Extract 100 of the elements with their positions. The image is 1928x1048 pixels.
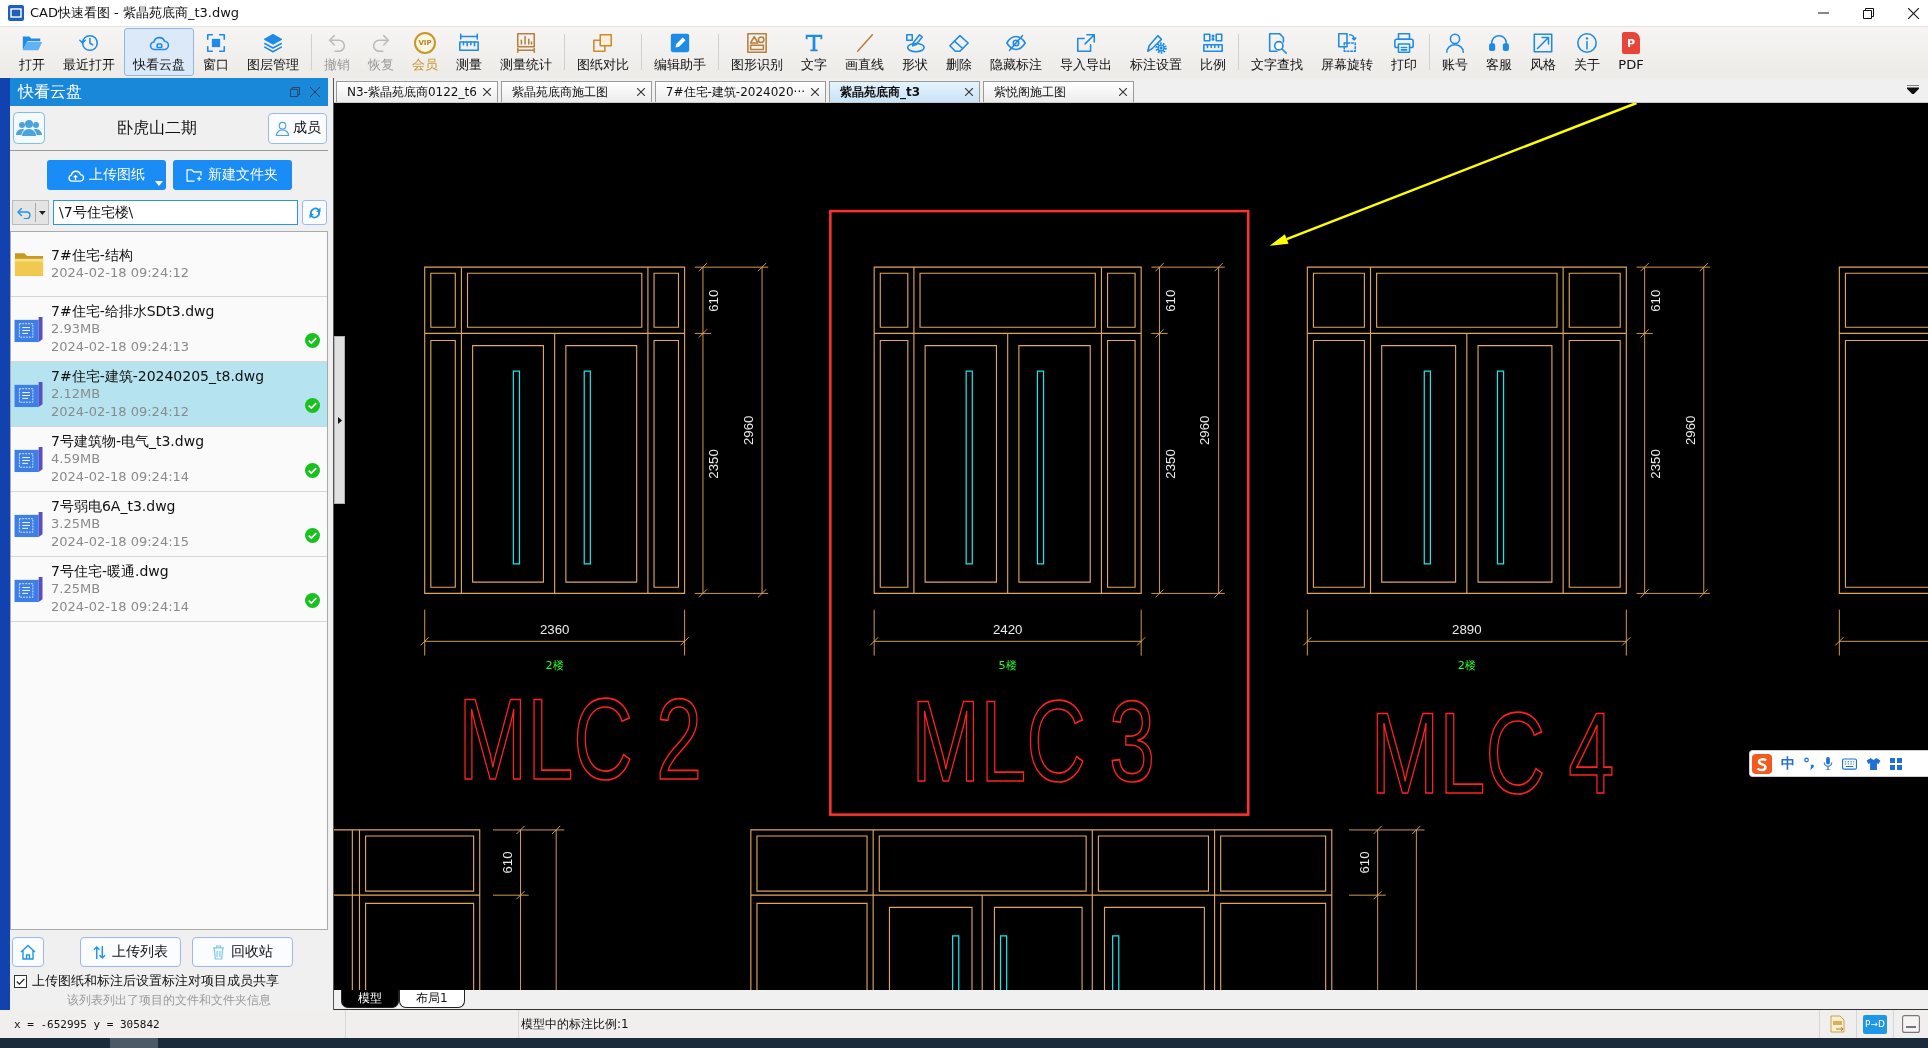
- toolbar-button[interactable]: 图纸对比: [568, 28, 638, 76]
- file-date: 2024-02-18 09:24:13: [51, 338, 190, 356]
- toolbar-button[interactable]: 图形识别: [722, 28, 792, 76]
- toolbar-button[interactable]: 测量统计: [491, 28, 561, 76]
- toolbar-button[interactable]: 导入导出: [1051, 28, 1121, 76]
- input-mode-text[interactable]: 中: [1781, 754, 1795, 773]
- fullscreen-icon: [205, 32, 227, 54]
- back-arrow-icon: [17, 206, 33, 219]
- file-list-item[interactable]: 7#住宅-建筑-20240205_t8.dwg 2.12MB 2024-02-18 09:24:12: [11, 362, 327, 427]
- toolbar-button[interactable]: 屏幕旋转: [1312, 28, 1382, 76]
- upload-list-button[interactable]: 上传列表: [80, 937, 181, 967]
- toolbar-button[interactable]: 测量: [447, 28, 491, 76]
- caret-icon[interactable]: [154, 181, 163, 186]
- overlapping-squares-icon: [592, 32, 614, 54]
- shapes-icon: [746, 32, 768, 54]
- ruler-icon: [458, 32, 480, 54]
- eraser-icon: [948, 32, 970, 54]
- pen-gear-icon: [1145, 32, 1167, 54]
- trash-icon: [212, 944, 225, 960]
- file-name: 7号弱电6A_t3.dwg: [51, 497, 176, 515]
- floor-label: 5楼: [998, 658, 1017, 672]
- close-icon[interactable]: [811, 88, 820, 96]
- toolbar-button[interactable]: 打开: [10, 28, 54, 76]
- home-button[interactable]: [12, 937, 44, 967]
- layers-icon: [262, 32, 284, 54]
- toolbar-button[interactable]: 最近打开: [54, 28, 124, 76]
- toolbar-button[interactable]: 窗口: [194, 28, 238, 76]
- dimension-label: 610: [500, 851, 516, 874]
- shirt-icon[interactable]: [1866, 757, 1881, 770]
- document-tab[interactable]: 紫晶苑底商施工图: [500, 81, 652, 102]
- ime-logo-icon[interactable]: [1752, 753, 1772, 774]
- toolbar-button[interactable]: 标注设置: [1121, 28, 1191, 76]
- collapse-handle[interactable]: [334, 336, 345, 504]
- toolbar-button[interactable]: 删除: [937, 28, 981, 76]
- toolbar-button[interactable]: 关于: [1565, 28, 1609, 76]
- close-icon[interactable]: [1119, 88, 1128, 96]
- group-icon[interactable]: [13, 112, 45, 144]
- toolbar-button[interactable]: 比例: [1191, 28, 1235, 76]
- document-tab[interactable]: 紫悦阁施工图: [983, 81, 1135, 102]
- annotation-scale-text: 模型中的标注比例:1: [521, 1015, 629, 1033]
- user-icon: [274, 120, 290, 136]
- punctuation-icon[interactable]: [1804, 757, 1814, 770]
- app-logo-icon: [8, 5, 24, 21]
- pdf-file-badge: P: [1622, 32, 1640, 54]
- file-name: 7#住宅-结构: [51, 246, 133, 264]
- back-button[interactable]: [12, 200, 49, 225]
- dropdown-arrow-icon[interactable]: [1907, 85, 1919, 94]
- dimension-label: 2350: [706, 449, 722, 479]
- toolbar-button[interactable]: 文字: [792, 28, 836, 76]
- blueprint-file-icon: [14, 575, 44, 603]
- toolbar-button[interactable]: 图层管理: [238, 28, 308, 76]
- toolbar-button[interactable]: 形状: [893, 28, 937, 76]
- layout-tab[interactable]: 布局1: [399, 990, 465, 1008]
- bar-chart-icon: [515, 32, 537, 54]
- toolbar-button[interactable]: 文字查找: [1242, 28, 1312, 76]
- file-size: 2.93MB: [51, 320, 101, 338]
- file-list-item[interactable]: 7号建筑物-电气_t3.dwg 4.59MB 2024-02-18 09:24:14: [11, 427, 327, 492]
- folder-plus-icon: [186, 168, 203, 182]
- dimension-label: 610: [1647, 289, 1663, 312]
- pencil-tile-icon: [669, 32, 691, 54]
- close-icon[interactable]: [482, 88, 491, 96]
- microphone-icon[interactable]: [1823, 757, 1833, 770]
- file-list-item[interactable]: 7号住宅-暖通.dwg 7.25MB 2024-02-18 09:24:14: [11, 557, 327, 622]
- dimension-label: 2360: [539, 622, 570, 638]
- keyboard-icon[interactable]: [1842, 757, 1857, 770]
- file-size: 7.25MB: [51, 580, 101, 598]
- toolbar-button[interactable]: 编辑助手: [645, 28, 715, 76]
- document-tab[interactable]: 7#住宅-建筑-2024020···: [654, 81, 827, 102]
- layout-tab[interactable]: 模型: [341, 990, 399, 1008]
- close-icon[interactable]: [636, 88, 645, 96]
- toolbar-button[interactable]: 打印: [1382, 28, 1426, 76]
- close-icon[interactable]: [965, 88, 974, 96]
- dimension-label: 610: [706, 289, 722, 312]
- grid-icon[interactable]: [1890, 757, 1902, 770]
- dimension-label: 2960: [1197, 415, 1213, 445]
- file-list-item[interactable]: 7号弱电6A_t3.dwg 3.25MB 2024-02-18 09:24:15: [11, 492, 327, 557]
- toolbar-button[interactable]: 客服: [1477, 28, 1521, 76]
- document-tab[interactable]: N3-紫晶苑底商0122_t6: [336, 81, 498, 102]
- dimension-label: 2890: [1452, 622, 1482, 638]
- eye-off-icon: [1005, 32, 1027, 54]
- restore-icon[interactable]: [1863, 7, 1874, 19]
- path-field[interactable]: \7号住宅楼\: [53, 200, 298, 225]
- toolbar-button[interactable]: 账号: [1433, 28, 1477, 76]
- dimension-label: 2350: [1162, 449, 1178, 479]
- toolbar-button[interactable]: 风格: [1521, 28, 1565, 76]
- refresh-button[interactable]: [302, 200, 327, 225]
- toolbar-button[interactable]: P PDF: [1609, 28, 1653, 76]
- minimize-box-icon[interactable]: [1902, 1015, 1920, 1033]
- close-icon[interactable]: [1908, 7, 1919, 19]
- file-list-item[interactable]: 7#住宅-结构 2024-02-18 09:24:12: [11, 232, 327, 297]
- door-tag-label: MLC 2: [458, 675, 702, 803]
- members-button[interactable]: 成员: [268, 112, 327, 144]
- recycle-bin-button[interactable]: 回收站: [192, 937, 293, 967]
- file-date: 2024-02-18 09:24:14: [51, 598, 190, 616]
- toolbar-button[interactable]: 画直线: [836, 28, 893, 76]
- toolbar-button[interactable]: 隐藏标注: [981, 28, 1051, 76]
- document-tab[interactable]: 紫晶苑底商_t3: [829, 81, 981, 102]
- share-checkbox[interactable]: [14, 974, 27, 988]
- toolbar-button[interactable]: 快看云盘: [124, 28, 194, 76]
- blueprint-file-icon: [14, 380, 44, 408]
